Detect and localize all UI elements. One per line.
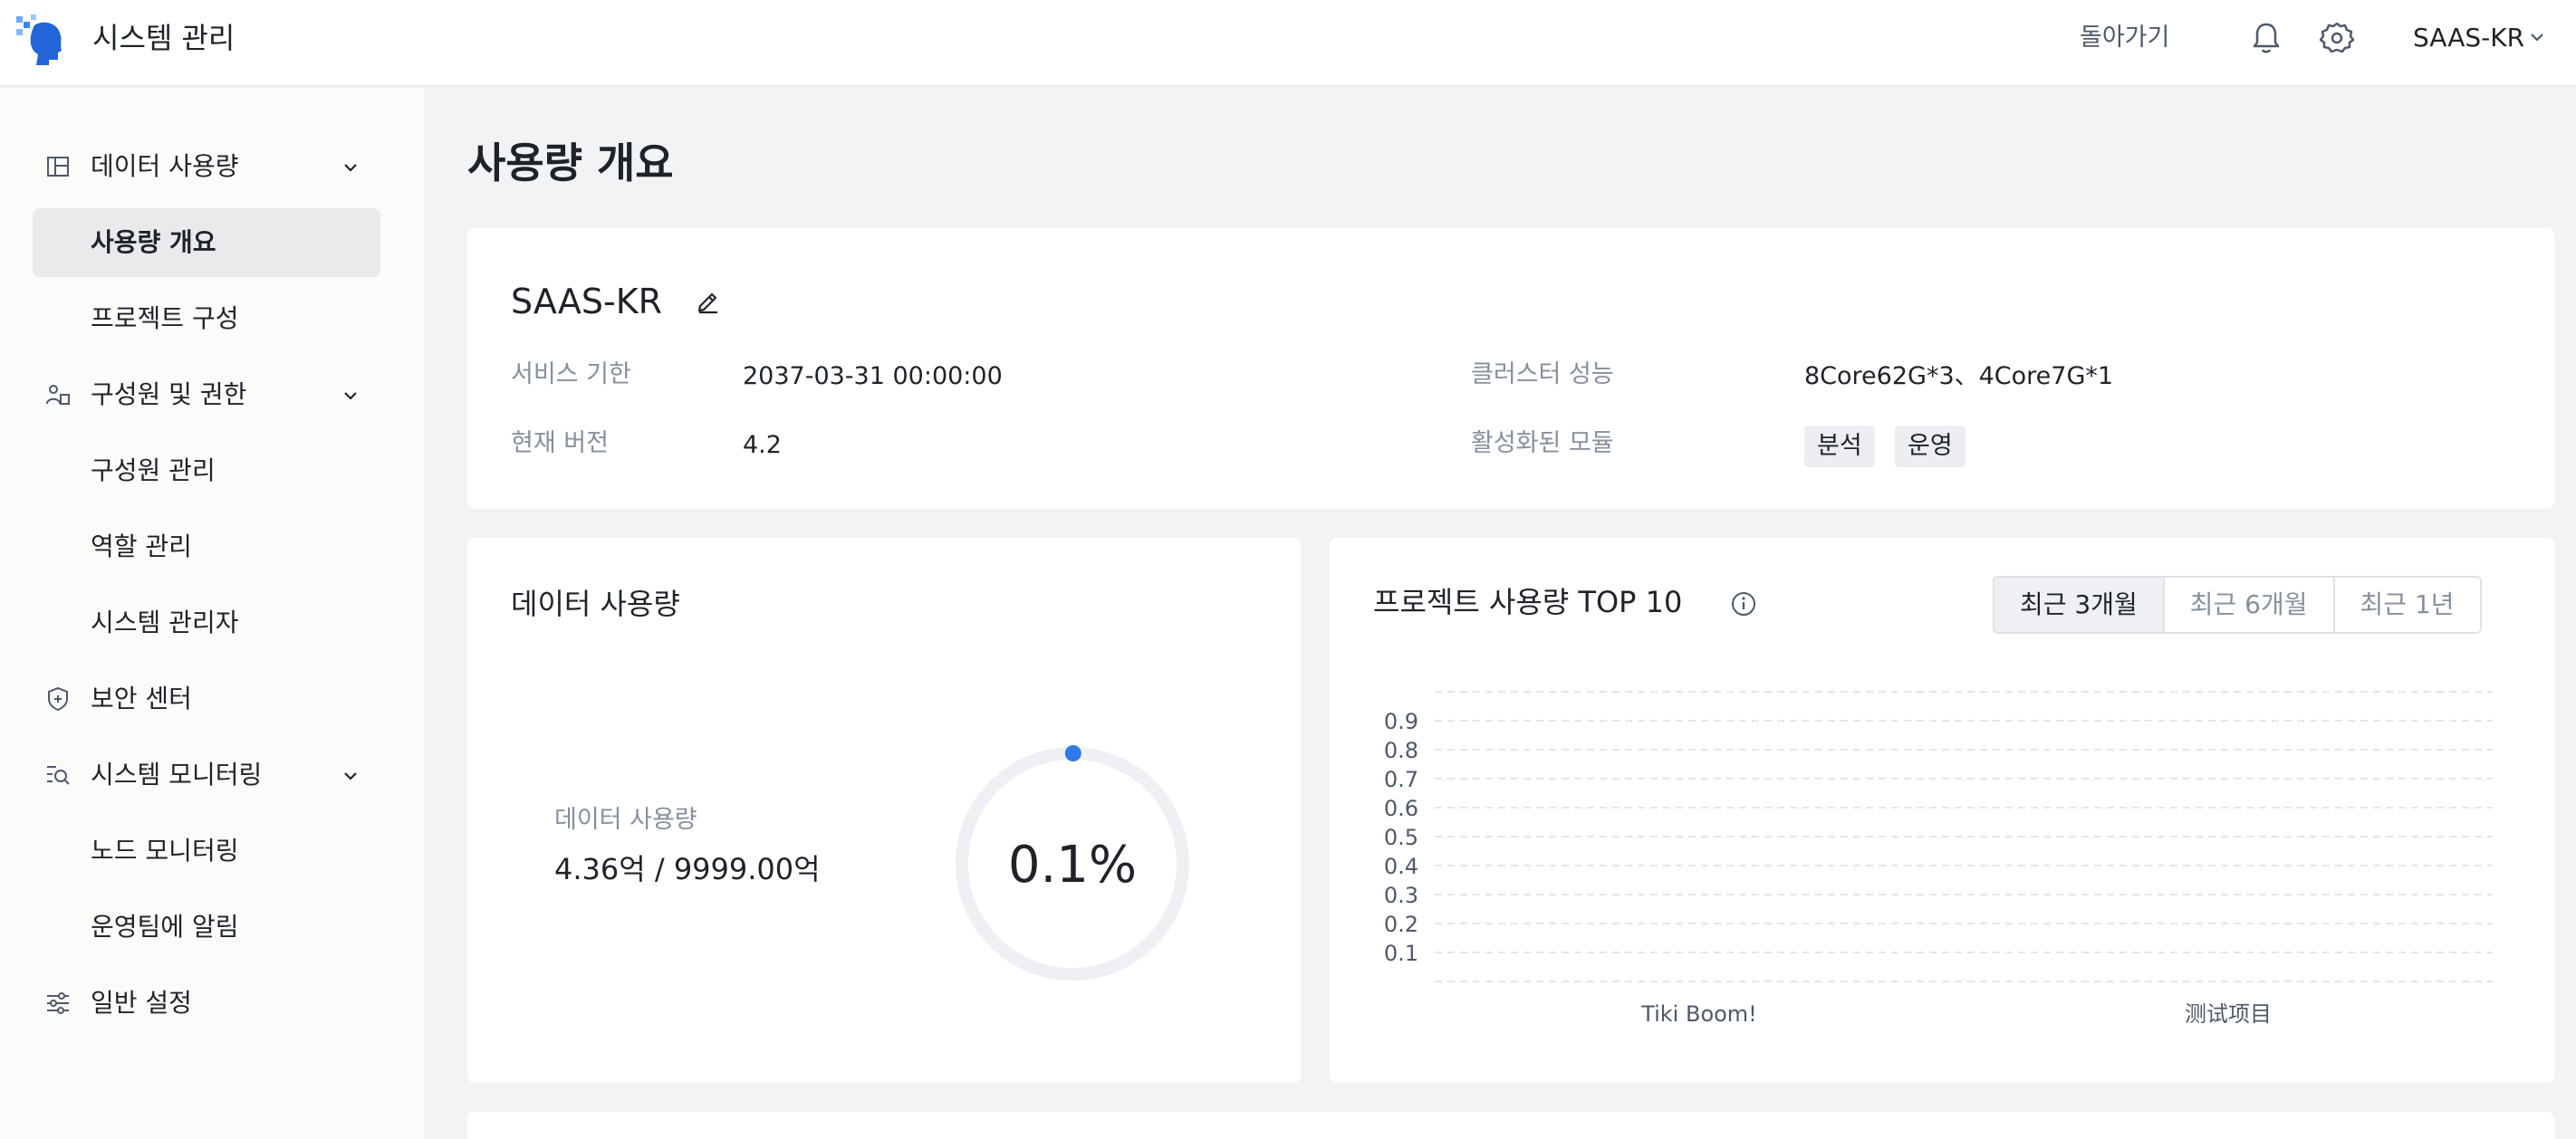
shield-icon [48,686,68,712]
usage-percent: 0.1% [1007,836,1138,895]
cluster-label: 클러스터 성능 [1471,360,1614,388]
sidebar-item-system-monitoring[interactable]: 시스템 모니터링 [33,741,380,809]
card-title: 프로젝트 사용량 TOP 10 [1373,585,1683,619]
tenant-info-card: SAAS-KR 서비스 기한 2037-03-31 00:00:00 현재 버전… [467,228,2554,509]
usage-value: 4.36억 / 9999.00억 [554,852,821,886]
sidebar-item-notify-ops[interactable]: 운영팀에 알림 [33,893,380,962]
x-tick-label: 测试项目 [2185,1001,2272,1027]
next-card [467,1112,2554,1139]
sidebar-item-label: 일반 설정 [91,988,192,1018]
module-tag: 운영 [1895,426,1966,467]
project-usage-top10-card: 프로젝트 사용량 TOP 10 최근 3개월 최근 6개월 최근 1년 0.1 0… [1330,538,2554,1083]
chevron-down-icon[interactable] [2527,27,2547,47]
module-tag: 분석 [1804,426,1875,467]
y-tick-label: 0.8 [1384,738,1418,763]
sidebar-item-system-admin[interactable]: 시스템 관리자 [33,589,380,657]
gear-icon[interactable] [2317,18,2357,58]
sidebar-item-member-management[interactable]: 구성원 관리 [33,436,380,505]
sidebar-item-data-usage[interactable]: 데이터 사용량 [33,132,380,201]
sidebar-item-label: 시스템 모니터링 [91,760,263,790]
sidebar-item-label: 운영팀에 알림 [91,912,239,942]
sidebar-item-label: 사용량 개요 [91,227,216,257]
sidebar-item-security-center[interactable]: 보안 센터 [33,665,380,733]
logo-icon [16,14,62,66]
sidebar-item-label: 보안 센터 [91,684,192,713]
data-usage-card: 데이터 사용량 데이터 사용량 4.36억 / 9999.00억 0.1% [467,538,1301,1083]
tenant-name: SAAS-KR [511,282,663,321]
bell-icon[interactable] [2246,18,2286,58]
sidebar-item-usage-overview[interactable]: 사용량 개요 [33,208,380,277]
sidebar-item-project-config[interactable]: 프로젝트 구성 [33,284,380,353]
project-usage-chart: 0.1 0.2 0.3 0.4 0.5 0.6 0.7 0.8 0.9 Tiki Boom! 测试项… [1384,691,2493,1027]
range-3-months-button[interactable]: 최근 3개월 [1994,578,2163,632]
version-value: 4.2 [743,431,782,459]
cluster-value: 8Core62G*3、4Core7G*1 [1804,362,2114,390]
service-period-label: 서비스 기한 [511,360,631,388]
y-tick-label: 0.9 [1384,709,1418,734]
sidebar-item-label: 데이터 사용량 [91,151,239,181]
top-header: 시스템 관리 돌아가기 SAAS-KR [0,0,2576,87]
version-label: 현재 버전 [511,429,609,457]
page-title: 사용량 개요 [467,139,674,187]
y-tick-label: 0.6 [1384,796,1418,821]
modules-label: 활성화된 모듈 [1471,429,1614,457]
sidebar-item-label: 프로젝트 구성 [91,303,239,333]
app-title: 시스템 관리 [92,21,235,55]
sidebar-item-role-management[interactable]: 역할 관리 [33,512,380,581]
sidebar-item-node-monitoring[interactable]: 노드 모니터링 [33,817,380,885]
sidebar-item-members-permissions[interactable]: 구성원 및 권한 [33,360,380,429]
sidebar-item-label: 구성원 및 권한 [91,379,247,409]
gauge-progress-dot [1064,745,1081,761]
range-6-months-button[interactable]: 최근 6개월 [2162,578,2333,632]
sidebar-item-label: 역할 관리 [91,531,192,561]
y-tick-label: 0.1 [1384,941,1418,966]
range-1-year-button[interactable]: 최근 1년 [2332,578,2480,632]
sliders-icon [47,992,69,1014]
sidebar-item-general-settings[interactable]: 일반 설정 [33,969,380,1038]
back-link[interactable]: 돌아가기 [2080,20,2169,56]
y-tick-label: 0.7 [1384,767,1418,792]
monitor-search-icon [47,766,70,785]
sidebar-item-label: 구성원 관리 [91,455,216,485]
chevron-down-icon [344,772,357,780]
chevron-down-icon [344,392,357,400]
dashboard-icon [47,157,69,177]
users-icon [46,385,70,405]
sidebar-item-label: 노드 모니터링 [91,836,239,866]
service-period-value: 2037-03-31 00:00:00 [743,362,1003,390]
time-range-selector: 최근 3개월 최근 6개월 최근 1년 [1993,576,2482,634]
chevron-down-icon [344,164,357,172]
usage-label: 데이터 사용량 [554,806,697,834]
x-tick-label: Tiki Boom! [1640,1001,1757,1027]
y-tick-label: 0.3 [1384,883,1418,908]
y-tick-label: 0.2 [1384,912,1418,937]
sidebar-item-label: 시스템 관리자 [91,608,239,637]
tenant-switcher[interactable]: SAAS-KR [2413,20,2524,56]
info-icon[interactable] [1730,590,1757,617]
card-title: 데이터 사용량 [511,587,680,621]
sidebar: 데이터 사용량 사용량 개요 프로젝트 구성 구성원 및 권한 구성원 관리 역… [0,89,424,1139]
y-tick-label: 0.5 [1384,825,1418,850]
y-tick-label: 0.4 [1384,854,1418,879]
edit-icon[interactable] [694,286,723,315]
